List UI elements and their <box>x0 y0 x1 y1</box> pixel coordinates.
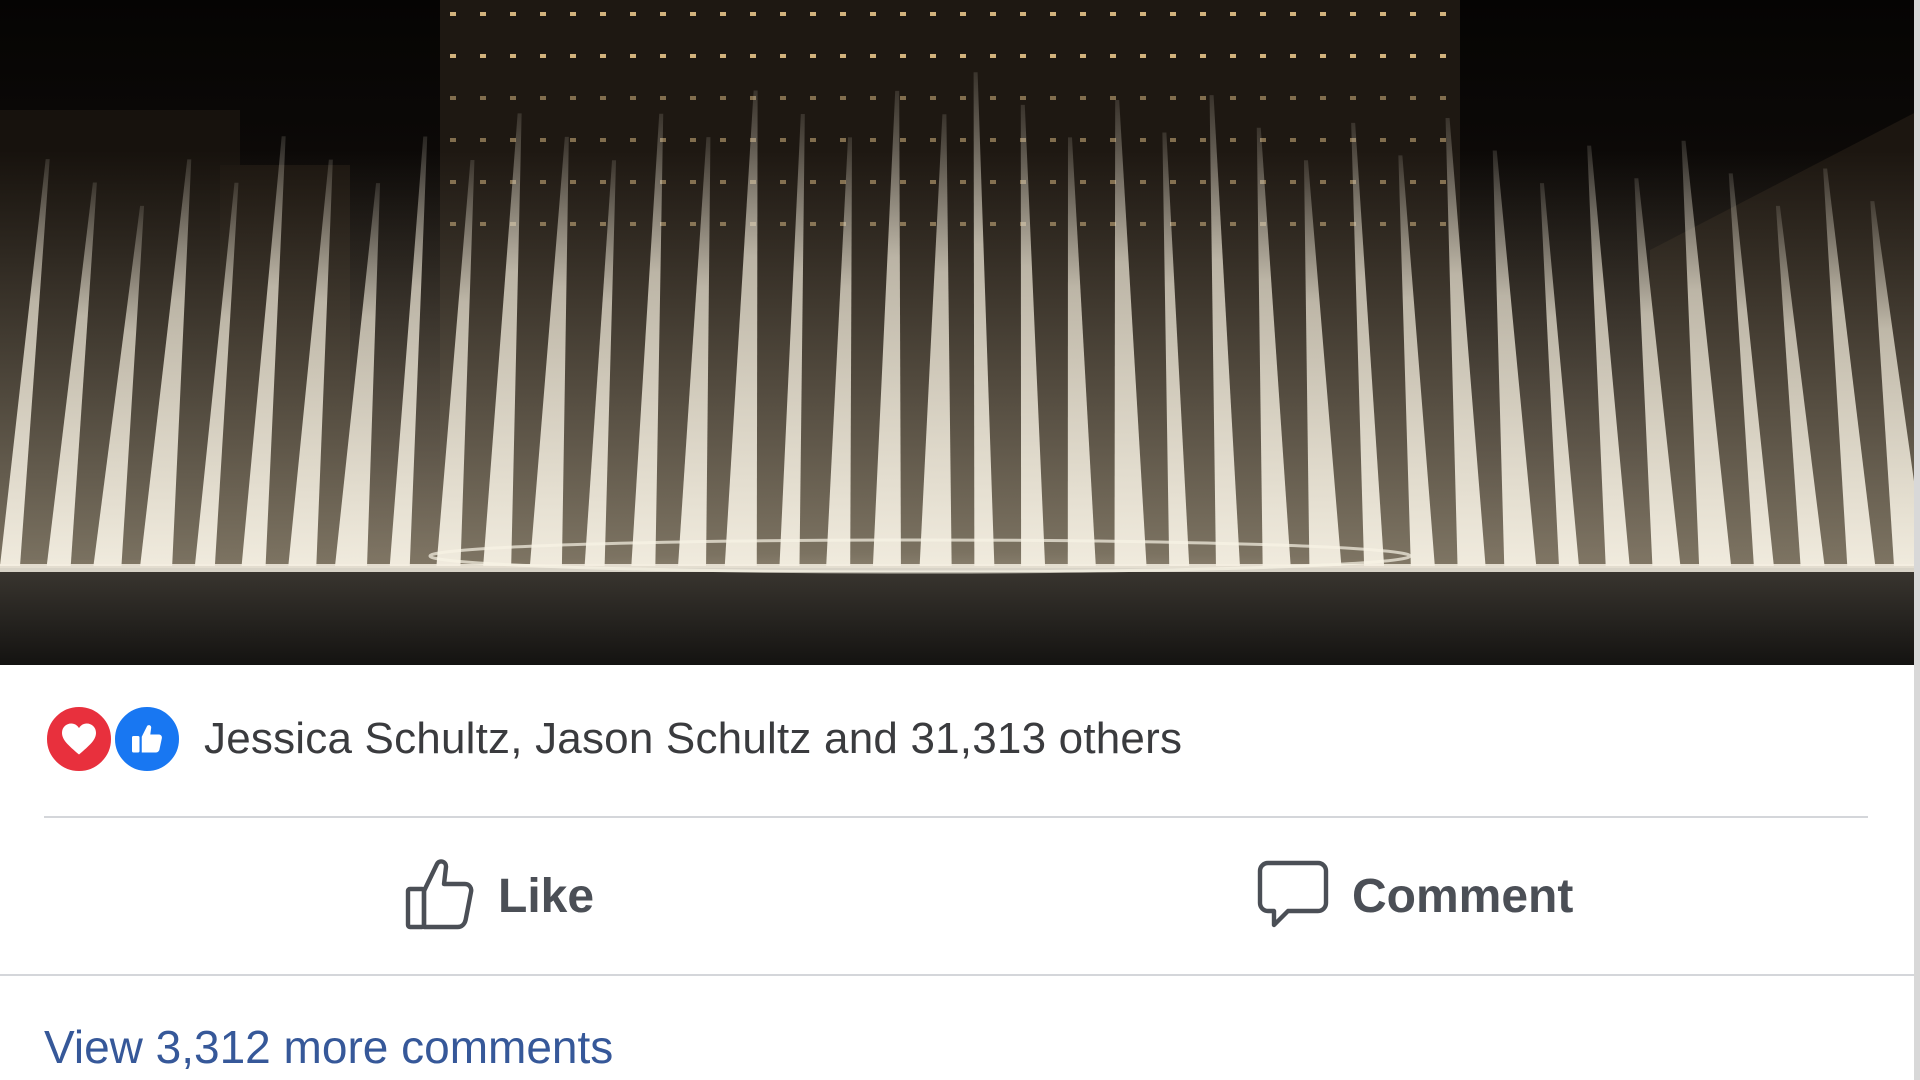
divider <box>0 974 1920 976</box>
heart-icon <box>44 704 114 774</box>
comment-label: Comment <box>1352 869 1574 923</box>
post-media[interactable] <box>0 0 1920 665</box>
thumbs-up-outline-icon <box>404 857 476 936</box>
like-button[interactable]: Like <box>404 818 594 974</box>
fountain-video-frame <box>0 0 1920 665</box>
reactions-summary[interactable]: Jessica Schultz, Jason Schultz and 31,31… <box>44 700 1182 778</box>
post-card: Jessica Schultz, Jason Schultz and 31,31… <box>0 0 1920 1080</box>
reaction-icons <box>44 702 186 776</box>
scrollbar[interactable] <box>1914 0 1920 1080</box>
like-label: Like <box>498 869 595 923</box>
comment-button[interactable]: Comment <box>1256 818 1573 974</box>
reaction-summary-text[interactable]: Jessica Schultz, Jason Schultz and 31,31… <box>204 714 1182 764</box>
thumbs-up-icon <box>112 704 182 774</box>
post-actions: Like Comment <box>0 818 1920 974</box>
view-more-comments-link[interactable]: View 3,312 more comments <box>44 1020 613 1074</box>
speech-bubble-icon <box>1256 859 1330 934</box>
